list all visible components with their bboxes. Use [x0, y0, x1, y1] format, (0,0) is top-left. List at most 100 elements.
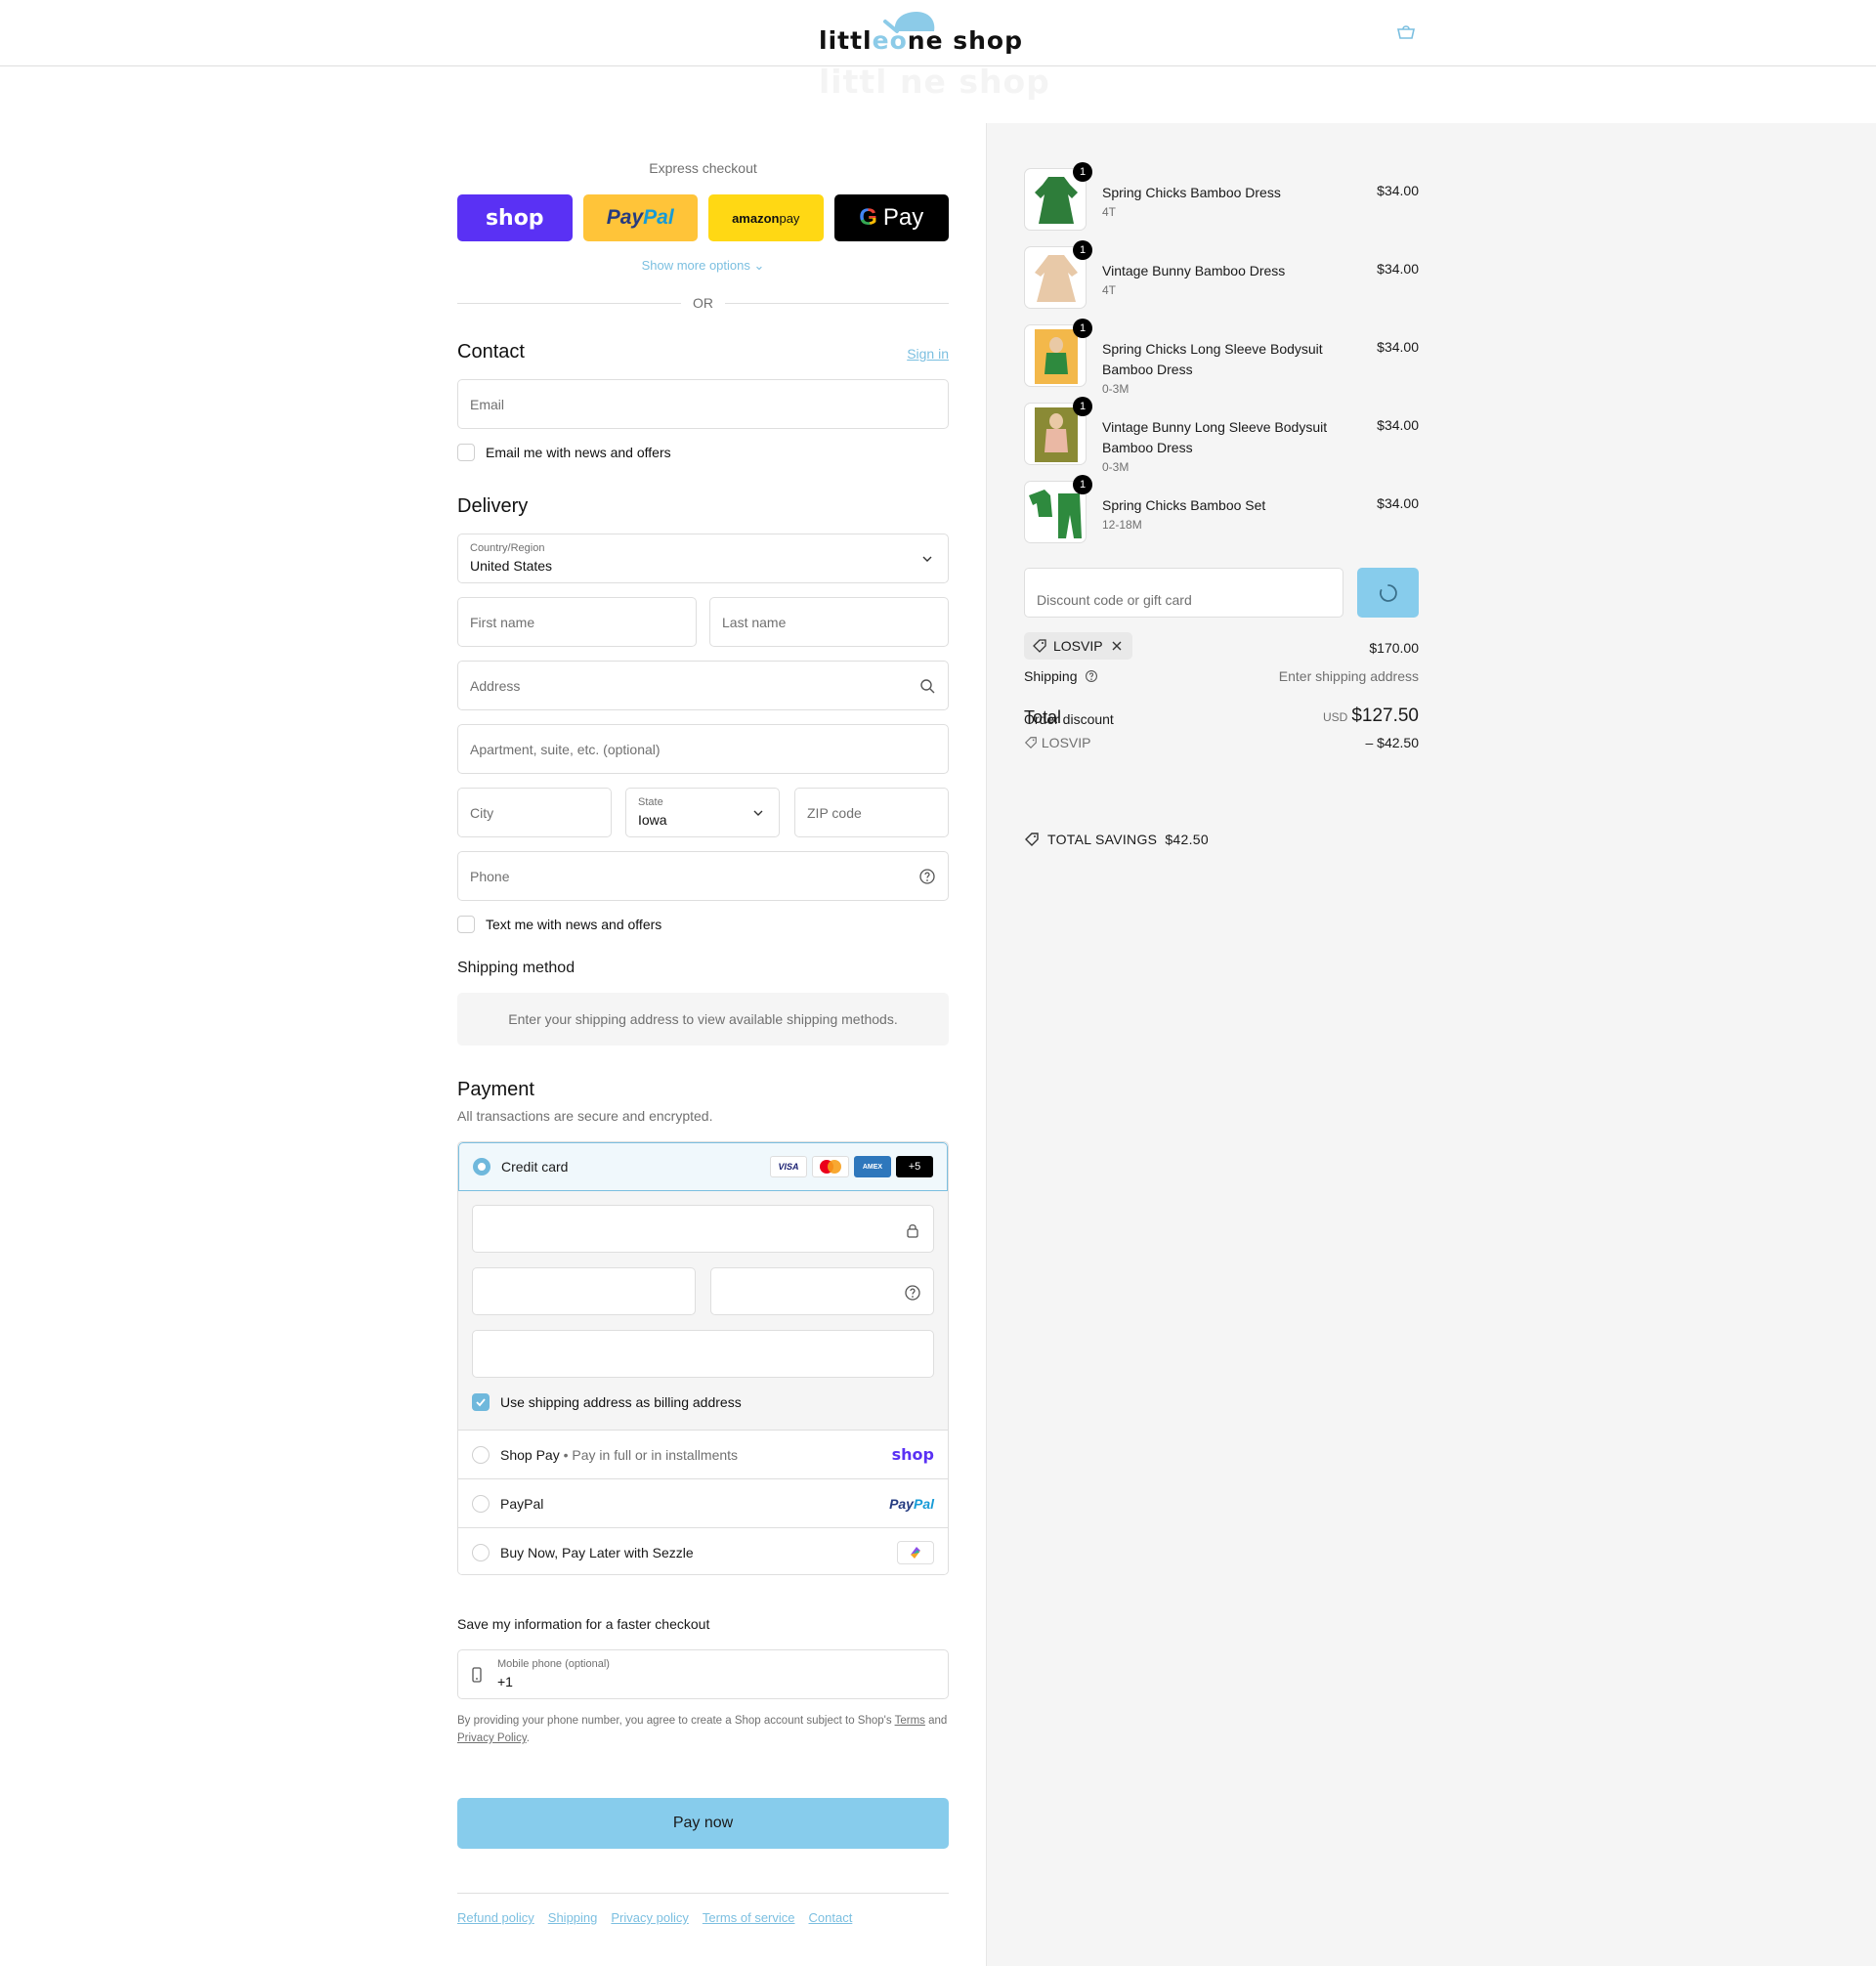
billing-address-checkbox[interactable]: [472, 1393, 490, 1411]
apartment-field[interactable]: Apartment, suite, etc. (optional): [457, 724, 949, 774]
text-news-checkbox[interactable]: [457, 916, 475, 933]
card-number-field[interactable]: [472, 1205, 934, 1253]
phone-field[interactable]: Phone: [457, 851, 949, 901]
quantity-badge: 1: [1073, 475, 1092, 494]
item-variant: 0-3M: [1102, 382, 1130, 396]
google-pay-button[interactable]: G Pay: [833, 194, 949, 241]
shop-pay-button[interactable]: shop: [457, 194, 573, 241]
sezzle-icon: [897, 1540, 934, 1564]
paypal-button[interactable]: Pay Pal: [582, 194, 698, 241]
expiration-date-field[interactable]: [472, 1267, 696, 1315]
footer-divider: [457, 1893, 949, 1894]
state-select[interactable]: State Iowa: [625, 788, 780, 837]
first-name-field[interactable]: First name: [457, 597, 697, 647]
total-savings-value: $42.50: [1165, 832, 1209, 847]
loading-spinner-icon: [1379, 583, 1397, 602]
billing-address-checkbox-row[interactable]: Use shipping address as billing address: [472, 1393, 742, 1411]
logo-watermark: littl ne shop: [819, 63, 1050, 101]
contact-link[interactable]: Contact: [809, 1910, 853, 1925]
credit-card-option[interactable]: Credit card VISA AMEX +5: [458, 1142, 948, 1191]
contact-title: Contact: [457, 341, 525, 363]
credit-card-radio[interactable]: [473, 1158, 490, 1175]
quantity-badge: 1: [1073, 397, 1092, 416]
shipping-label: Shipping: [1024, 668, 1078, 684]
address-field[interactable]: Address: [457, 661, 949, 710]
or-divider: OR: [457, 295, 949, 311]
item-price: $34.00: [1377, 261, 1419, 277]
shipping-row: Shipping Enter shipping address: [1024, 668, 1419, 684]
order-discount-value: – $42.50: [1365, 735, 1420, 750]
sign-in-link[interactable]: Sign in: [907, 346, 949, 362]
order-discount-label: Order discount: [1024, 711, 1114, 727]
amazon-pay-button[interactable]: amazon pay: [708, 194, 824, 241]
text-news-checkbox-row[interactable]: Text me with news and offers: [457, 916, 661, 933]
credit-card-form: Use shipping address as billing address: [458, 1191, 948, 1430]
email-news-checkbox[interactable]: [457, 444, 475, 461]
tag-icon: [1025, 833, 1039, 846]
check-icon: [476, 1398, 486, 1407]
total-savings: TOTAL SAVINGS $42.50: [1024, 832, 1209, 847]
terms-link[interactable]: Terms: [895, 1715, 925, 1727]
shipping-method-info: Enter your shipping address to view avai…: [457, 993, 949, 1046]
apply-discount-button[interactable]: [1357, 568, 1419, 618]
total-value: $127.50: [1351, 705, 1419, 726]
payment-subtitle: All transactions are secure and encrypte…: [457, 1108, 713, 1124]
help-icon[interactable]: [1085, 669, 1098, 683]
pay-now-button[interactable]: Pay now: [457, 1798, 949, 1849]
header: littl e o ne shop: [0, 0, 1876, 66]
discount-code-label: LOSVIP: [1053, 638, 1103, 654]
item-variant: 4T: [1102, 205, 1117, 219]
item-name: Spring Chicks Bamboo Dress: [1102, 185, 1281, 200]
item-name: Spring Chicks Bamboo Set: [1102, 497, 1266, 513]
shipping-policy-link[interactable]: Shipping: [548, 1910, 598, 1925]
shipping-method-title: Shipping method: [457, 960, 576, 976]
country-select[interactable]: Country/Region United States: [457, 534, 949, 583]
item-name: Vintage Bunny Long Sleeve Bodysuit Bambo…: [1102, 419, 1328, 455]
cart-icon[interactable]: [1395, 23, 1417, 41]
last-name-field[interactable]: Last name: [709, 597, 949, 647]
quantity-badge: 1: [1073, 162, 1092, 182]
item-price: $34.00: [1377, 417, 1419, 433]
more-cards-badge: +5: [896, 1156, 933, 1177]
city-field[interactable]: City: [457, 788, 612, 837]
mobile-phone-field[interactable]: Mobile phone (optional) +1: [457, 1649, 949, 1699]
lock-icon: [907, 1224, 918, 1238]
name-on-card-field[interactable]: [472, 1330, 934, 1378]
discount-code-field[interactable]: Discount code or gift card: [1024, 568, 1343, 618]
footer-links: Refund policy Shipping Privacy policy Te…: [457, 1910, 852, 1925]
search-icon: [920, 679, 935, 694]
order-summary-panel: [986, 123, 1876, 1966]
logo-text-a: littl: [819, 26, 873, 55]
item-variant: 4T: [1102, 283, 1117, 297]
shop-pay-radio[interactable]: [472, 1445, 490, 1464]
payment-methods: Credit card VISA AMEX +5 Use shipping ad…: [457, 1141, 949, 1575]
stroller-icon: [883, 12, 935, 33]
shop-pay-option[interactable]: Shop Pay • Pay in full or in installment…: [458, 1430, 948, 1478]
visa-icon: VISA: [770, 1156, 807, 1177]
security-code-field[interactable]: [710, 1267, 934, 1315]
zip-field[interactable]: ZIP code: [794, 788, 949, 837]
email-news-checkbox-row[interactable]: Email me with news and offers: [457, 444, 671, 461]
amex-icon: AMEX: [854, 1156, 891, 1177]
privacy-policy-footer-link[interactable]: Privacy policy: [611, 1910, 688, 1925]
sezzle-option[interactable]: Buy Now, Pay Later with Sezzle: [458, 1527, 948, 1574]
quantity-badge: 1: [1073, 240, 1092, 260]
mobile-phone-icon: [472, 1667, 482, 1683]
card-brands: VISA AMEX +5: [770, 1156, 933, 1177]
sezzle-radio[interactable]: [472, 1543, 490, 1561]
show-more-options-link[interactable]: Show more options ⌄: [457, 258, 949, 274]
express-buttons: shop Pay Pal amazon pay G Pay: [457, 194, 949, 241]
shop-pay-logo: shop: [891, 1445, 934, 1464]
tag-icon: [1033, 639, 1046, 653]
item-name: Spring Chicks Long Sleeve Bodysuit Bambo…: [1102, 341, 1323, 377]
item-variant: 0-3M: [1102, 460, 1130, 474]
quantity-badge: 1: [1073, 319, 1092, 338]
remove-discount-icon[interactable]: [1109, 638, 1125, 654]
email-field[interactable]: Email: [457, 379, 949, 429]
refund-policy-link[interactable]: Refund policy: [457, 1910, 534, 1925]
shop-logo[interactable]: littl e o ne shop: [819, 12, 1023, 55]
terms-of-service-link[interactable]: Terms of service: [703, 1910, 795, 1925]
paypal-option[interactable]: PayPal PayPal: [458, 1478, 948, 1527]
privacy-policy-link[interactable]: Privacy Policy: [457, 1732, 527, 1744]
paypal-radio[interactable]: [472, 1494, 490, 1513]
